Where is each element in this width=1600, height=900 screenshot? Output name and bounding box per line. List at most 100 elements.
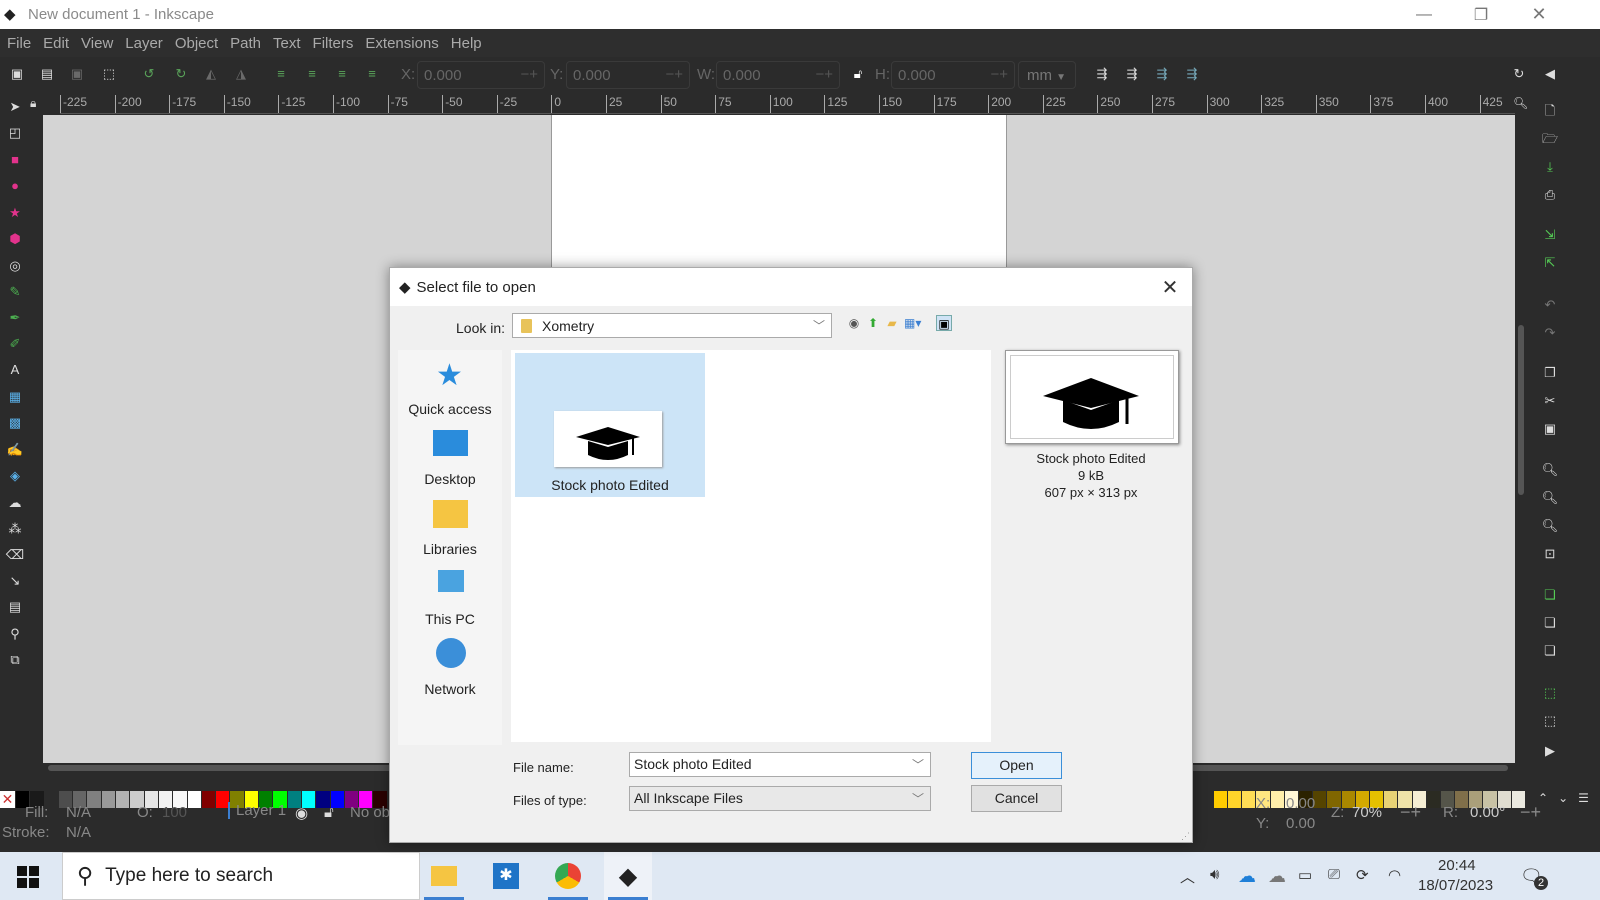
paste-icon[interactable]: ▣ xyxy=(1540,419,1560,439)
w-input[interactable]: 0.000 −+ xyxy=(716,61,840,89)
rectangle-tool-icon[interactable]: ■ xyxy=(5,150,25,170)
selector-tool-icon[interactable]: ➤ xyxy=(5,97,25,117)
y-stepper-icon[interactable]: −+ xyxy=(665,66,683,83)
raise-to-top-icon[interactable]: ≡ xyxy=(272,65,290,83)
zoom-tool-icon[interactable]: ⚲ xyxy=(5,624,25,644)
clone-icon[interactable]: ❏ xyxy=(1540,613,1560,633)
menu-edit[interactable]: Edit xyxy=(43,35,69,52)
color-swatch[interactable] xyxy=(1313,791,1328,808)
rotate-stepper-icon[interactable]: −+ xyxy=(1520,802,1541,823)
tray-chevron-up-icon[interactable]: ︿ xyxy=(1180,866,1195,887)
menu-path[interactable]: Path xyxy=(230,35,261,52)
rotate-input[interactable]: 0.00° xyxy=(1470,804,1505,821)
fill-value[interactable]: N/A xyxy=(66,804,91,821)
onedrive-personal-icon[interactable]: ☁ xyxy=(1268,866,1286,887)
scroll-thumb[interactable] xyxy=(1518,325,1524,495)
print-icon[interactable]: ⎙ xyxy=(1540,185,1560,205)
move-patterns-icon[interactable]: ⇶ xyxy=(1183,65,1201,83)
menu-object[interactable]: Object xyxy=(175,35,218,52)
scale-stroke-icon[interactable]: ⇶ xyxy=(1093,65,1111,83)
ungroup-icon[interactable]: ⬚ xyxy=(1540,711,1560,731)
h-stepper-icon[interactable]: −+ xyxy=(990,66,1008,83)
zoom-1to1-icon[interactable]: 🔍︎ xyxy=(1513,96,1528,110)
new-folder-icon[interactable]: ▰ xyxy=(884,315,900,331)
deselect-icon[interactable]: ▣ xyxy=(68,65,86,83)
flip-horizontal-icon[interactable]: ◭ xyxy=(202,65,220,83)
zoom-stepper-icon[interactable]: −+ xyxy=(1400,802,1421,823)
dropper-tool-icon[interactable]: ✍ xyxy=(5,440,25,460)
file-type-select[interactable]: All Inkscape Files ﹀ xyxy=(629,786,931,811)
duplicate-icon[interactable]: ❏ xyxy=(1540,585,1560,605)
wifi-icon[interactable]: ◠ xyxy=(1388,866,1401,884)
scale-corners-icon[interactable]: ⇶ xyxy=(1123,65,1141,83)
onedrive-icon[interactable]: ☁ xyxy=(1238,866,1256,887)
zoom-selection-icon[interactable]: 🔍︎ xyxy=(1540,460,1560,480)
color-swatch[interactable] xyxy=(116,791,131,808)
back-icon[interactable]: ◉ xyxy=(846,315,862,331)
file-name-input[interactable]: Stock photo Edited ﹀ xyxy=(629,752,931,777)
color-swatch[interactable] xyxy=(1384,791,1399,808)
clock-date[interactable]: 18/07/2023 xyxy=(1418,877,1493,894)
new-document-icon[interactable]: 🗋︎ xyxy=(1540,101,1560,121)
select-all-layers-icon[interactable]: ▤ xyxy=(38,65,56,83)
layer-visibility-icon[interactable]: ◉ xyxy=(295,804,308,822)
select-all-icon[interactable]: ▣ xyxy=(8,65,26,83)
cut-icon[interactable]: ✂ xyxy=(1540,391,1560,411)
3d-box-tool-icon[interactable]: ⬢ xyxy=(5,229,25,249)
move-gradients-icon[interactable]: ⇶ xyxy=(1153,65,1171,83)
color-swatch[interactable] xyxy=(201,791,217,808)
paint-bucket-tool-icon[interactable]: ◈ xyxy=(5,466,25,486)
taskbar-chrome[interactable] xyxy=(544,852,592,900)
group-icon[interactable]: ⬚ xyxy=(1540,683,1560,703)
menu-layer[interactable]: Layer xyxy=(125,35,163,52)
select-same-icon[interactable]: ⬚ xyxy=(100,65,118,83)
spiral-tool-icon[interactable]: ◎ xyxy=(5,256,25,276)
layer-select[interactable]: Layer 1 xyxy=(228,802,286,819)
palette-scroll-down-icon[interactable]: ⌄ xyxy=(1558,791,1568,809)
pencil-tool-icon[interactable]: ✎ xyxy=(5,282,25,302)
rotate-ccw-icon[interactable]: ↺ xyxy=(140,65,158,83)
ruler-lock-icon[interactable]: 🔒︎ xyxy=(30,96,36,111)
flip-vertical-icon[interactable]: ◮ xyxy=(232,65,250,83)
windows-start-icon[interactable] xyxy=(17,866,39,888)
star-tool-icon[interactable]: ★ xyxy=(5,203,25,223)
color-swatch[interactable] xyxy=(1270,791,1285,808)
menu-extensions[interactable]: Extensions xyxy=(365,35,438,52)
w-stepper-icon[interactable]: −+ xyxy=(815,66,833,83)
place-libraries[interactable]: Libraries xyxy=(398,496,502,566)
zoom-page-icon[interactable]: 🔍︎ xyxy=(1540,516,1560,536)
eraser-tool-icon[interactable]: ⌫ xyxy=(5,545,25,565)
minimize-button[interactable]: — xyxy=(1395,0,1453,29)
color-swatch[interactable] xyxy=(101,791,117,808)
lower-icon[interactable]: ≡ xyxy=(333,65,351,83)
menu-view[interactable]: View xyxy=(81,35,113,52)
spray-tool-icon[interactable]: ⁂ xyxy=(5,519,25,539)
view-menu-icon[interactable]: ▦▾ xyxy=(904,315,921,331)
unit-select[interactable]: mm ▼ xyxy=(1018,61,1076,89)
export-icon[interactable]: ⇱ xyxy=(1540,253,1560,273)
place-network[interactable]: Network xyxy=(398,636,502,706)
gradient-tool-icon[interactable]: ▦ xyxy=(5,387,25,407)
layer-lock-icon[interactable]: 🔓︎ xyxy=(324,804,334,821)
calligraphy-tool-icon[interactable]: ✐ xyxy=(5,334,25,354)
undo-icon[interactable]: ↶ xyxy=(1540,295,1560,315)
menu-filters[interactable]: Filters xyxy=(313,35,354,52)
preview-toggle-icon[interactable]: ▣ xyxy=(936,315,952,331)
dialog-close-button[interactable]: ✕ xyxy=(1158,276,1182,300)
h-input[interactable]: 0.000 −+ xyxy=(891,61,1015,89)
color-swatch[interactable] xyxy=(1426,791,1441,808)
x-input[interactable]: 0.000 −+ xyxy=(417,61,545,89)
no-paint-swatch[interactable]: ✕ xyxy=(0,791,16,808)
copy-icon[interactable]: ❐ xyxy=(1540,363,1560,383)
resize-grip-icon[interactable]: ⋰ xyxy=(1181,831,1190,842)
taskbar-inkscape[interactable]: ◆ xyxy=(604,852,652,900)
tweak-tool-icon[interactable]: ☁ xyxy=(5,493,25,513)
unlink-clone-icon[interactable]: ❏ xyxy=(1540,641,1560,661)
lower-to-bottom-icon[interactable]: ≡ xyxy=(363,65,381,83)
color-swatch[interactable] xyxy=(187,791,202,808)
color-swatch[interactable] xyxy=(1213,791,1229,808)
open-button[interactable]: Open xyxy=(971,752,1062,779)
close-window-button[interactable]: ✕ xyxy=(1510,0,1568,29)
meet-now-icon[interactable]: ⎚ xyxy=(1328,866,1340,883)
menu-file[interactable]: File xyxy=(7,35,31,52)
